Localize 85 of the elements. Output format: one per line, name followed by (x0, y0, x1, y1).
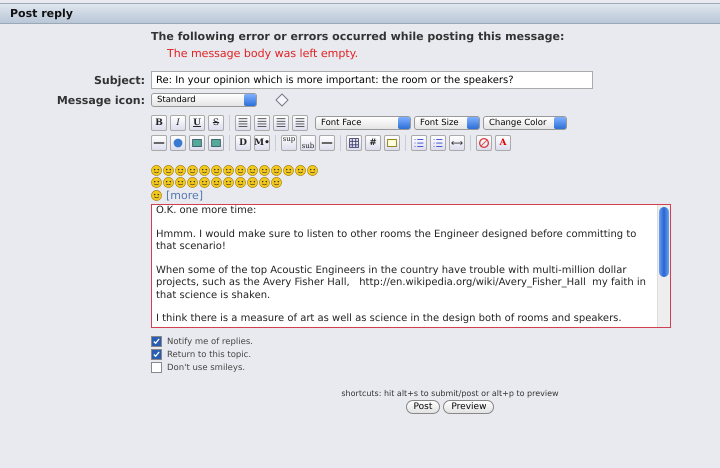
list-icon (431, 136, 445, 150)
subject-label: Subject: (92, 74, 145, 86)
smiley-icon[interactable] (271, 177, 282, 188)
globe-icon (171, 136, 185, 150)
list-icon (412, 136, 426, 150)
message-paragraph: When some of the top Acoustic Engineers in the country have trouble with multi-million dollar projects, such as the Avery Fisher Hall, http://en.wikipedia.org/wiki/Avery_Fisher_Hall my faith in that science is shaken. (156, 264, 647, 302)
format-button[interactable]: A (495, 135, 511, 151)
smiley-icon[interactable] (163, 165, 174, 176)
smiley-icon[interactable] (235, 165, 246, 176)
checkbox-label: Return to this topic. (167, 350, 252, 360)
smiley-icon[interactable] (283, 165, 294, 176)
subject-field[interactable]: Re: In your opinion which is more important: the room or the speakers? (151, 71, 593, 89)
table-icon (347, 136, 361, 150)
smiley-icon[interactable] (175, 177, 186, 188)
post-button[interactable]: Post (406, 400, 440, 414)
smiley-icon[interactable] (163, 177, 174, 188)
message-paragraph: Hmmm. I would make sure to listen to other rooms the Engineer designed before committing to that scenario! (156, 228, 638, 254)
smiley-icon[interactable] (223, 165, 234, 176)
toolbar-button[interactable] (292, 115, 308, 131)
format-button[interactable]: S (208, 115, 224, 131)
error-message: The message body was left empty. (167, 47, 360, 60)
format-button[interactable]: D (235, 135, 251, 151)
align-lines-icon (293, 116, 307, 130)
smiley-icon[interactable] (211, 177, 222, 188)
toolbar-button[interactable] (449, 135, 465, 151)
scrollbar[interactable] (657, 205, 670, 327)
shortcuts-hint: shortcuts: hit alt+s to submit/post or alt+p to preview (341, 389, 559, 398)
format-button[interactable]: M• (254, 135, 270, 151)
image-icon (190, 136, 204, 150)
smiley-icon[interactable] (199, 177, 210, 188)
format-button[interactable]: U (189, 115, 205, 131)
smiley-icon[interactable] (211, 165, 222, 176)
checkbox[interactable] (151, 336, 162, 347)
toolbar-button[interactable] (151, 135, 167, 151)
toolbar-button[interactable] (319, 135, 335, 151)
toolbar-button[interactable] (273, 115, 289, 131)
toolbar-button[interactable] (235, 115, 251, 131)
align-lines-icon (274, 116, 288, 130)
checkbox[interactable] (151, 349, 162, 360)
message-paragraph: I think there is a measure of art as well as science in the design both of rooms and speakers. (156, 313, 623, 326)
smiley-icon[interactable] (223, 177, 234, 188)
smiley-icon[interactable] (307, 165, 318, 176)
crossed-circle-icon (477, 136, 491, 150)
toolbar-button[interactable] (189, 135, 205, 151)
message-icon-label: Message icon: (56, 94, 145, 106)
toolbar-button[interactable] (254, 115, 270, 131)
toolbar-select[interactable]: Font Face (315, 116, 411, 130)
format-button[interactable]: I (170, 115, 186, 131)
smiley-icon[interactable] (235, 177, 246, 188)
smiley-icon[interactable] (247, 165, 258, 176)
smiley-icon[interactable] (271, 165, 282, 176)
image-icon (209, 136, 223, 150)
message-paragraph: O.K. one more time: (156, 205, 258, 218)
smiley-icon[interactable] (151, 177, 162, 188)
toolbar-button[interactable] (430, 135, 446, 151)
quote-icon (385, 136, 399, 150)
smiley-icon[interactable] (259, 165, 270, 176)
align-lines-icon (255, 116, 269, 130)
format-button[interactable]: B (151, 115, 167, 131)
diamond-icon (275, 93, 289, 107)
smiley-icon[interactable] (199, 165, 210, 176)
error-heading: The following error or errors occurred while posting this message: (151, 30, 566, 43)
message-icon-select[interactable]: Standard (151, 93, 257, 107)
checkbox-label: Don't use smileys. (167, 362, 246, 372)
smiley-icon[interactable] (187, 177, 198, 188)
toolbar-select[interactable]: Font Size (414, 116, 480, 130)
format-button[interactable]: # (365, 135, 381, 151)
smiley-icon[interactable] (295, 165, 306, 176)
align-lines-icon (236, 116, 250, 130)
smiley-icon[interactable] (247, 177, 258, 188)
checkbox[interactable] (151, 362, 162, 373)
toolbar-button[interactable] (411, 135, 427, 151)
checkbox-label: Notify me of replies. (167, 336, 253, 346)
toolbar-button[interactable] (208, 135, 224, 151)
toolbar-select[interactable]: Change Color (483, 116, 567, 130)
smiley-icon[interactable] (259, 177, 270, 188)
more-link[interactable]: [more] (166, 189, 204, 202)
smiley-icon[interactable] (187, 165, 198, 176)
message-field[interactable] (151, 204, 671, 328)
smiley-icon[interactable] (151, 190, 162, 201)
smiley-icon[interactable] (151, 165, 162, 176)
smiley-icon[interactable] (175, 165, 186, 176)
toolbar-button[interactable] (346, 135, 362, 151)
preview-button[interactable]: Preview (443, 400, 494, 414)
panel-header: Post reply (0, 3, 720, 24)
